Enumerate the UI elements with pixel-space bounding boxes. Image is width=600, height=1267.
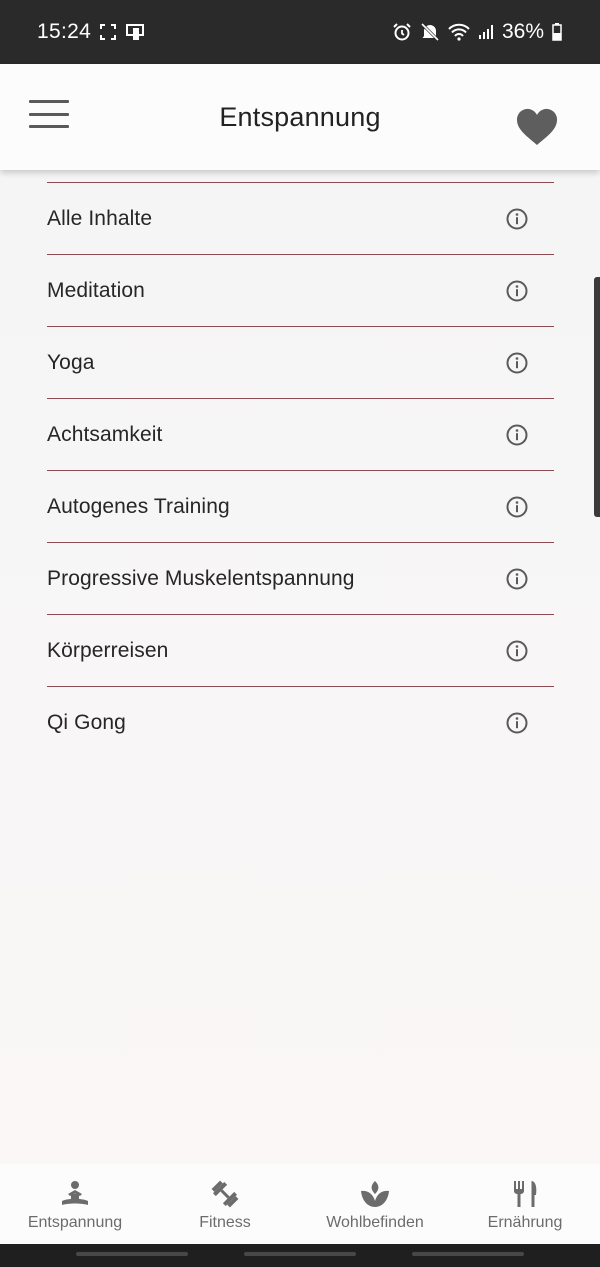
battery-percent: 36% — [501, 20, 544, 43]
scroll-indicator[interactable] — [594, 277, 600, 517]
list-item[interactable]: Yoga — [47, 326, 554, 398]
fork-knife-icon — [510, 1178, 540, 1210]
nav-label: Entspannung — [27, 1214, 123, 1231]
nav-label: Ernährung — [487, 1214, 563, 1231]
info-icon[interactable] — [506, 352, 528, 374]
mute-icon — [420, 22, 440, 42]
home-pill[interactable] — [244, 1252, 356, 1256]
battery-icon — [552, 23, 562, 41]
list-item-label: Alle Inhalte — [47, 206, 153, 230]
wifi-icon — [448, 23, 470, 41]
dumbbell-icon — [209, 1178, 241, 1210]
status-right: 36% — [392, 20, 562, 44]
heart-icon[interactable] — [516, 108, 558, 146]
nav-item-wohlbefinden[interactable]: Wohlbefinden — [300, 1164, 450, 1244]
nav-item-entspannung[interactable]: Entspannung — [0, 1164, 150, 1244]
hamburger-menu-icon[interactable] — [29, 100, 69, 128]
info-icon[interactable] — [506, 208, 528, 230]
page-title: Entspannung — [219, 101, 381, 132]
info-icon[interactable] — [506, 568, 528, 590]
bottom-nav: Entspannung Fitness Wohlbefinden Ernähru… — [0, 1164, 600, 1244]
list-item[interactable]: Progressive Muskelentspannung — [47, 542, 554, 614]
list-item[interactable]: Meditation — [47, 254, 554, 326]
system-navigation-bar — [0, 1244, 600, 1267]
alarm-icon — [392, 22, 412, 42]
sim-icon — [125, 22, 145, 42]
content-area: Alle Inhalte Meditation Yoga Achtsamkeit… — [0, 170, 600, 1164]
recent-apps-pill[interactable] — [76, 1252, 188, 1256]
info-icon[interactable] — [506, 496, 528, 518]
list-item[interactable]: Achtsamkeit — [47, 398, 554, 470]
nav-label: Fitness — [199, 1214, 251, 1231]
app-bar: Entspannung — [0, 64, 600, 170]
list-item-label: Körperreisen — [47, 638, 169, 662]
status-time: 15:24 — [37, 20, 92, 43]
list-item[interactable]: Autogenes Training — [47, 470, 554, 542]
status-left: 15:24 — [37, 20, 145, 44]
list-item[interactable]: Alle Inhalte — [47, 182, 554, 254]
info-icon[interactable] — [506, 280, 528, 302]
list-item-label: Progressive Muskelentspannung — [47, 566, 355, 590]
list-item-label: Meditation — [47, 278, 145, 302]
list-item[interactable]: Körperreisen — [47, 614, 554, 686]
signal-icon — [478, 24, 494, 40]
list-item-label: Yoga — [47, 350, 95, 374]
info-icon[interactable] — [506, 712, 528, 734]
lotus-icon — [359, 1178, 391, 1210]
info-icon[interactable] — [506, 424, 528, 446]
back-pill[interactable] — [412, 1252, 524, 1256]
category-list: Alle Inhalte Meditation Yoga Achtsamkeit… — [47, 182, 554, 758]
nav-item-fitness[interactable]: Fitness — [150, 1164, 300, 1244]
list-item-label: Achtsamkeit — [47, 422, 163, 446]
info-icon[interactable] — [506, 640, 528, 662]
status-bar: 15:24 36% — [0, 0, 600, 64]
screenshot-icon — [99, 23, 117, 41]
list-item-label: Autogenes Training — [47, 494, 230, 518]
list-item[interactable]: Qi Gong — [47, 686, 554, 758]
list-item-label: Qi Gong — [47, 710, 126, 734]
nav-label: Wohlbefinden — [326, 1214, 424, 1231]
nav-item-ernaehrung[interactable]: Ernährung — [450, 1164, 600, 1244]
meditation-icon — [60, 1178, 90, 1210]
